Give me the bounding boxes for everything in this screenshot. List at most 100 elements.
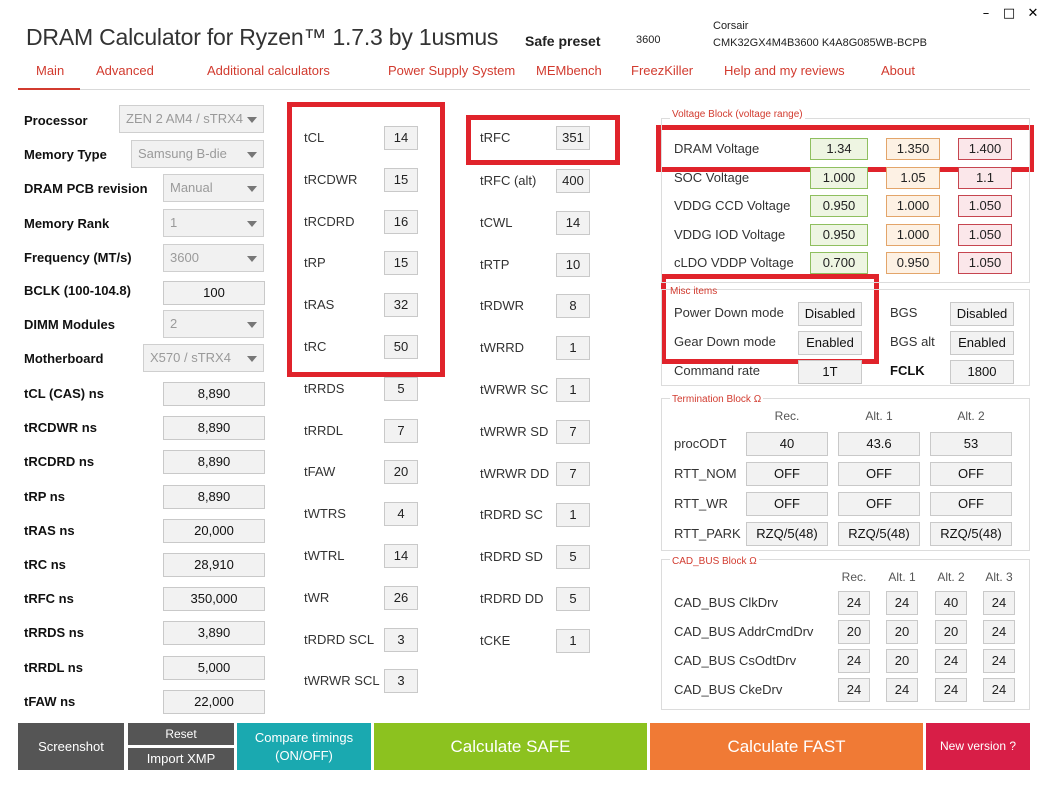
tab-freezkiller[interactable]: FreezKiller — [631, 63, 693, 78]
tab-main[interactable]: Main — [36, 63, 64, 78]
calculate-safe-button[interactable]: Calculate SAFE — [374, 723, 647, 770]
pcb-revision-select[interactable]: Manual — [163, 174, 264, 202]
soc-voltage-max[interactable]: 1.1 — [958, 166, 1012, 189]
memory-type-select[interactable]: Samsung B-die — [131, 140, 264, 168]
command-rate-field[interactable]: 1T — [798, 360, 862, 384]
soc-voltage-rec[interactable]: 1.05 — [886, 166, 940, 189]
cad-bus-clkdrv-value-2[interactable]: 24 — [886, 591, 918, 615]
maximize-button[interactable]: □ — [1000, 6, 1018, 21]
vddg-ccd-voltage-min[interactable]: 0.950 — [810, 195, 868, 217]
vddg-ccd-voltage-max[interactable]: 1.050 — [958, 195, 1012, 217]
soc-voltage-min[interactable]: 1.000 — [810, 166, 868, 189]
tcke-input[interactable]: 1 — [556, 628, 590, 653]
cad-bus-csodtdrv-value-1[interactable]: 24 — [838, 649, 870, 673]
twrwr-scl-input[interactable]: 3 — [384, 669, 418, 694]
trrds-ns-field[interactable]: 3,890 — [163, 621, 265, 646]
vddg-iod-voltage-rec[interactable]: 1.000 — [886, 223, 940, 246]
cldo-vddp-voltage-min[interactable]: 0.700 — [810, 252, 868, 274]
cad-bus-ckedrv-value-3[interactable]: 24 — [935, 678, 967, 702]
rtt-nom-value-2[interactable]: OFF — [838, 462, 920, 486]
processor-select[interactable]: ZEN 2 AM4 / sTRX4 — [119, 105, 264, 133]
dram-voltage-rec[interactable]: 1.350 — [886, 138, 940, 160]
bgs-alt-toggle[interactable]: Enabled — [950, 331, 1014, 355]
trfc-alt-input[interactable]: 400 — [556, 169, 590, 193]
minimize-button[interactable]: – — [977, 6, 995, 21]
trtp-input[interactable]: 10 — [556, 252, 590, 277]
cad-bus-addrcmddrv-value-2[interactable]: 20 — [886, 620, 918, 644]
motherboard-select[interactable]: X570 / sTRX4 — [143, 344, 264, 372]
vddg-iod-voltage-min[interactable]: 0.950 — [810, 223, 868, 246]
dram-voltage-max[interactable]: 1.400 — [958, 138, 1012, 160]
twrwr-dd-input[interactable]: 7 — [556, 461, 590, 486]
cldo-vddp-voltage-max[interactable]: 1.050 — [958, 252, 1012, 274]
rtt-wr-value-3[interactable]: OFF — [930, 492, 1012, 516]
tfaw-ns-field[interactable]: 22,000 — [163, 689, 265, 714]
vddg-iod-voltage-max[interactable]: 1.050 — [958, 223, 1012, 246]
trdrd-dd-input[interactable]: 5 — [556, 587, 590, 611]
trcdrd-ns-field[interactable]: 8,890 — [163, 450, 265, 475]
tab-membench[interactable]: MEMbench — [536, 63, 602, 78]
tab-additional-calculators[interactable]: Additional calculators — [207, 63, 330, 78]
trrds-input[interactable]: 5 — [384, 376, 418, 401]
tab-help-reviews[interactable]: Help and my reviews — [724, 63, 845, 78]
cad-bus-csodtdrv-value-2[interactable]: 20 — [886, 649, 918, 673]
cad-bus-addrcmddrv-value-4[interactable]: 24 — [983, 620, 1015, 644]
procodt-value-2[interactable]: 43.6 — [838, 432, 920, 456]
dram-voltage-min[interactable]: 1.34 — [810, 138, 868, 160]
bgs-toggle[interactable]: Disabled — [950, 302, 1014, 326]
cad-bus-clkdrv-value-1[interactable]: 24 — [838, 591, 870, 615]
cad-bus-addrcmddrv-value-3[interactable]: 20 — [935, 620, 967, 644]
trdwr-input[interactable]: 8 — [556, 294, 590, 319]
import-xmp-button[interactable]: Import XMP — [128, 748, 234, 770]
procodt-value-3[interactable]: 53 — [930, 432, 1012, 456]
trdrd-sc-input[interactable]: 1 — [556, 503, 590, 528]
bclk-input[interactable]: 100 — [163, 281, 265, 305]
cad-bus-clkdrv-value-4[interactable]: 24 — [983, 591, 1015, 615]
twtrs-input[interactable]: 4 — [384, 502, 418, 527]
cad-bus-ckedrv-value-4[interactable]: 24 — [983, 678, 1015, 702]
procodt-value-1[interactable]: 40 — [746, 432, 828, 456]
trrdl-ns-field[interactable]: 5,000 — [163, 655, 265, 680]
twrrd-input[interactable]: 1 — [556, 336, 590, 361]
reset-button[interactable]: Reset — [128, 723, 234, 745]
twrwr-sd-input[interactable]: 7 — [556, 419, 590, 444]
power-down-toggle[interactable]: Disabled — [798, 302, 862, 326]
frequency-select[interactable]: 3600 — [163, 244, 264, 272]
rtt-nom-value-3[interactable]: OFF — [930, 462, 1012, 486]
trfc-ns-field[interactable]: 350,000 — [163, 587, 265, 612]
cad-bus-addrcmddrv-value-1[interactable]: 20 — [838, 620, 870, 644]
rtt-park-value-1[interactable]: RZQ/5(48) — [746, 522, 828, 546]
twtrl-input[interactable]: 14 — [384, 544, 418, 568]
rtt-nom-value-1[interactable]: OFF — [746, 462, 828, 486]
cad-bus-clkdrv-value-3[interactable]: 40 — [935, 591, 967, 615]
trcdwr-ns-field[interactable]: 8,890 — [163, 416, 265, 441]
tab-advanced[interactable]: Advanced — [96, 63, 154, 78]
cad-bus-csodtdrv-value-3[interactable]: 24 — [935, 649, 967, 673]
calculate-fast-button[interactable]: Calculate FAST — [650, 723, 923, 770]
cad-bus-ckedrv-value-1[interactable]: 24 — [838, 678, 870, 702]
rtt-wr-value-1[interactable]: OFF — [746, 492, 828, 516]
trp-ns-field[interactable]: 8,890 — [163, 484, 265, 509]
trdrd-scl-input[interactable]: 3 — [384, 627, 418, 652]
rtt-park-value-3[interactable]: RZQ/5(48) — [930, 522, 1012, 546]
trc-ns-field[interactable]: 28,910 — [163, 553, 265, 577]
cad-bus-csodtdrv-value-4[interactable]: 24 — [983, 649, 1015, 673]
cad-bus-ckedrv-value-2[interactable]: 24 — [886, 678, 918, 702]
screenshot-button[interactable]: Screenshot — [18, 723, 124, 770]
dimm-modules-select[interactable]: 2 — [163, 310, 264, 338]
close-button[interactable]: ✕ — [1024, 6, 1042, 21]
rtt-wr-value-2[interactable]: OFF — [838, 492, 920, 516]
twrwr-sc-input[interactable]: 1 — [556, 378, 590, 402]
tfaw-input[interactable]: 20 — [384, 460, 418, 485]
compare-timings-button[interactable]: Compare timings (ON/OFF) — [237, 723, 371, 770]
trdrd-sd-input[interactable]: 5 — [556, 545, 590, 570]
tcl-cas-ns-field[interactable]: 8,890 — [163, 382, 265, 406]
memory-rank-select[interactable]: 1 — [163, 209, 264, 237]
vddg-ccd-voltage-rec[interactable]: 1.000 — [886, 195, 940, 217]
new-version-button[interactable]: New version ? — [926, 723, 1030, 770]
twr-input[interactable]: 26 — [384, 585, 418, 610]
tcwl-input[interactable]: 14 — [556, 210, 590, 235]
fclk-field[interactable]: 1800 — [950, 360, 1014, 384]
tras-ns-field[interactable]: 20,000 — [163, 518, 265, 543]
cldo-vddp-voltage-rec[interactable]: 0.950 — [886, 252, 940, 274]
